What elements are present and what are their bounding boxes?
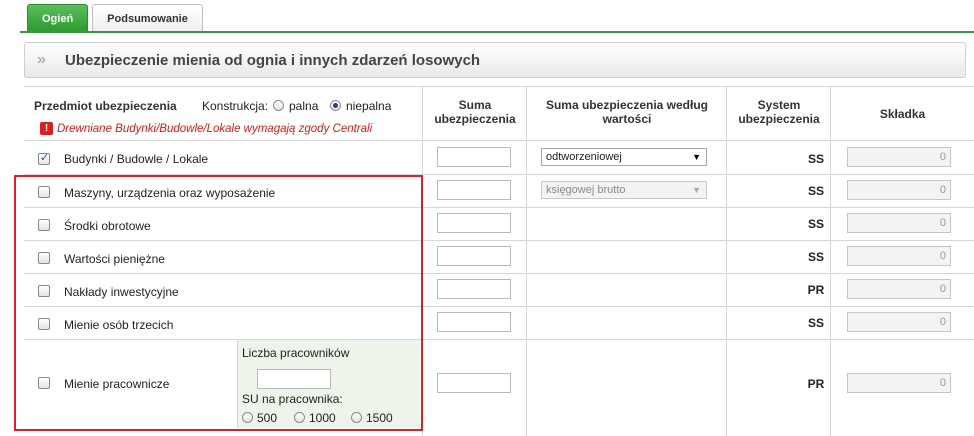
row-divider [24, 306, 974, 307]
section-header[interactable]: » Ubezpieczenie mienia od ognia i innych… [24, 42, 966, 78]
premium-wartosci-pieniezne: 0 [847, 246, 951, 266]
col-divider [526, 86, 527, 436]
row-divider [24, 207, 974, 208]
construction-warning: ! Drewniane Budynki/Budowle/Lokale wymag… [40, 122, 372, 135]
row-divider [24, 273, 974, 274]
sum-input-maszyny[interactable] [437, 180, 511, 200]
radio-su-1000[interactable] [294, 412, 305, 423]
tab-underline [20, 31, 974, 33]
system-mienie-pracownicze: PR [807, 377, 825, 391]
row-label-maszyny: Maszyny, urządzenia oraz wyposażenie [64, 186, 276, 200]
employee-count-label: Liczba pracowników [242, 346, 350, 360]
header-system-line2: ubezpieczenia [738, 112, 820, 126]
construction-label: Konstrukcja: [202, 99, 269, 113]
checkbox-maszyny[interactable] [38, 186, 50, 198]
system-maszyny: SS [807, 184, 824, 198]
row-divider [24, 240, 974, 241]
premium-budynki: 0 [847, 147, 951, 167]
premium-naklady-inwestycyjne: 0 [847, 279, 951, 299]
sum-input-budynki[interactable] [437, 147, 511, 167]
col-divider [422, 86, 423, 436]
premium-maszyny: 0 [847, 180, 951, 200]
chevron-right-icon: » [37, 51, 46, 68]
system-srodki-obrotowe: SS [807, 217, 824, 231]
header-sum-line1: Suma [458, 98, 492, 112]
col-divider [726, 86, 727, 436]
employee-count-input[interactable] [257, 369, 331, 389]
tab-ogien[interactable]: Ogień [27, 4, 89, 32]
sum-input-srodki-obrotowe[interactable] [437, 213, 511, 233]
header-premium: Składka [879, 107, 926, 121]
sum-input-mienie-pracownicze[interactable] [437, 373, 511, 393]
premium-mienie-osob-trzecich: 0 [847, 312, 951, 332]
radio-palna-label: palna [289, 99, 319, 113]
header-system-line1: System [757, 98, 801, 112]
tab-bar: Ogień Podsumowanie [27, 4, 203, 32]
header-value-line2: wartości [602, 112, 652, 126]
system-budynki: SS [807, 152, 824, 166]
header-value-line1: Suma ubezpieczenia według [545, 98, 709, 112]
value-basis-selected: odtworzeniowej [546, 151, 622, 163]
header-divider [24, 140, 974, 141]
premium-srodki-obrotowe: 0 [847, 213, 951, 233]
value-basis-selected: księgowej brutto [546, 184, 626, 196]
checkbox-srodki-obrotowe[interactable] [38, 219, 50, 231]
row-label-budynki: Budynki / Budowle / Lokale [64, 152, 209, 166]
sum-input-wartosci-pieniezne[interactable] [437, 246, 511, 266]
dropdown-arrow-icon: ▼ [692, 152, 701, 162]
checkbox-mienie-osob-trzecich[interactable] [38, 318, 50, 330]
warning-icon: ! [40, 122, 53, 135]
header-sum-line2: ubezpieczenia [434, 112, 516, 126]
checkbox-budynki[interactable] [38, 151, 50, 165]
radio-su-500[interactable] [242, 412, 253, 423]
row-divider [24, 339, 974, 340]
value-basis-select-maszyny[interactable]: księgowej brutto ▼ [541, 181, 707, 199]
radio-niepalna-label: niepalna [346, 99, 392, 113]
radio-palna[interactable] [273, 100, 284, 111]
row-label-mienie-osob-trzecich: Mienie osób trzecich [64, 318, 174, 332]
header-system: System ubezpieczenia [727, 98, 831, 126]
system-mienie-osob-trzecich: SS [807, 316, 824, 330]
table-border-top [24, 86, 974, 87]
dropdown-arrow-icon: ▼ [692, 185, 701, 195]
radio-su-1000-label: 1000 [309, 411, 336, 425]
row-label-wartosci-pieniezne: Wartości pieniężne [64, 252, 165, 266]
checkbox-naklady-inwestycyjne[interactable] [38, 285, 50, 297]
radio-su-1500[interactable] [351, 412, 362, 423]
system-naklady-inwestycyjne: PR [807, 283, 825, 297]
header-value-basis: Suma ubezpieczenia według wartości [527, 98, 727, 126]
system-wartosci-pieniezne: SS [807, 250, 824, 264]
row-label-naklady-inwestycyjne: Nakłady inwestycyjne [64, 285, 179, 299]
radio-su-500-label: 500 [257, 411, 278, 425]
warning-text: Drewniane Budynki/Budowle/Lokale wymagaj… [57, 122, 373, 135]
header-sum: Suma ubezpieczenia [423, 98, 527, 126]
row-divider [24, 174, 974, 175]
row-label-srodki-obrotowe: Środki obrotowe [64, 219, 151, 233]
sum-input-mienie-osob-trzecich[interactable] [437, 312, 511, 332]
row-label-mienie-pracownicze: Mienie pracownicze [64, 377, 170, 391]
header-subject: Przedmiot ubezpieczenia [34, 99, 177, 113]
checkbox-wartosci-pieniezne[interactable] [38, 252, 50, 264]
su-per-employee-label: SU na pracownika: [242, 392, 343, 406]
sum-input-naklady-inwestycyjne[interactable] [437, 279, 511, 299]
tab-podsumowanie[interactable]: Podsumowanie [92, 4, 203, 32]
section-title: Ubezpieczenie mienia od ognia i innych z… [65, 51, 481, 69]
checkbox-mienie-pracownicze[interactable] [38, 377, 50, 389]
radio-niepalna[interactable] [330, 100, 341, 111]
radio-su-1500-label: 1500 [366, 411, 393, 425]
value-basis-select-budynki[interactable]: odtworzeniowej ▼ [541, 148, 707, 166]
premium-mienie-pracownicze: 0 [847, 373, 951, 393]
